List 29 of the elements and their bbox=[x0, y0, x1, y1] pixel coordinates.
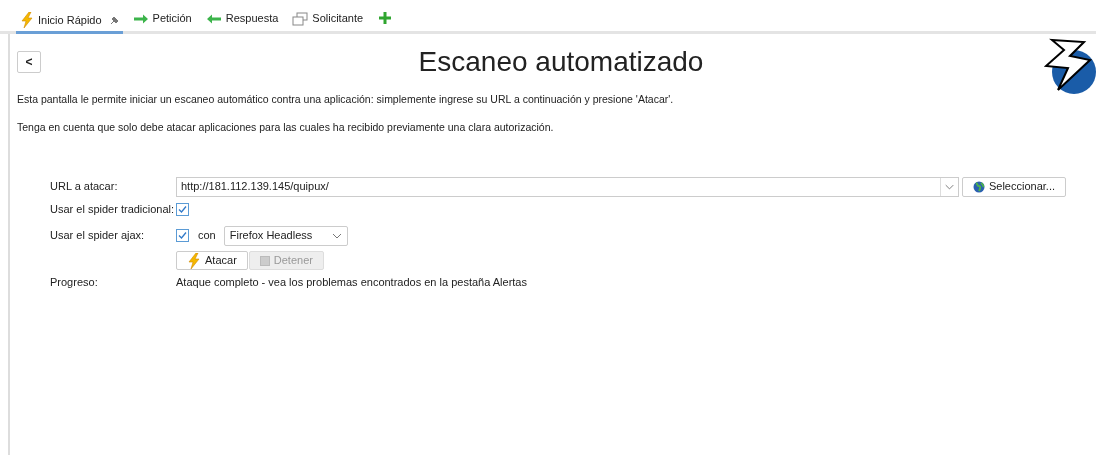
field-label: Usar el spider ajax: bbox=[50, 228, 146, 244]
field-label: Usar el spider tradicional: bbox=[50, 202, 176, 218]
description-text: Tenga en cuenta que solo debe atacar aplicaciones para las cuales ha recibido previamente una clara autorización. bbox=[17, 119, 555, 135]
pin-icon[interactable] bbox=[109, 15, 119, 25]
select-button[interactable]: Seleccionar... bbox=[962, 176, 1066, 197]
field-label: Progreso: bbox=[50, 275, 99, 291]
add-tab-icon[interactable] bbox=[379, 12, 392, 24]
browser-dropdown[interactable]: Firefox Headless bbox=[223, 225, 348, 246]
tab[interactable]: Respuesta bbox=[201, 6, 283, 31]
attack-button[interactable]: Atacar bbox=[176, 251, 248, 270]
checkbox[interactable] bbox=[176, 229, 189, 242]
page-title: Escaneo automatizado bbox=[417, 45, 705, 79]
back-button[interactable]: < bbox=[17, 51, 41, 73]
tab[interactable]: Petición bbox=[128, 6, 196, 31]
with-label: con bbox=[198, 228, 216, 244]
bolt-icon bbox=[187, 252, 201, 269]
tab[interactable]: Inicio Rápido bbox=[16, 9, 123, 34]
right-arrow-icon bbox=[132, 13, 149, 24]
windows-icon bbox=[292, 11, 309, 26]
tab[interactable]: Solicitante bbox=[288, 6, 368, 31]
globe-icon bbox=[972, 180, 985, 193]
progress-status: Ataque completo - vea los problemas encontrados en la pestaña Alertas bbox=[176, 275, 527, 291]
bolt-icon bbox=[20, 12, 34, 28]
url-field[interactable]: http://181.112.139.145/quipux/ bbox=[176, 176, 959, 197]
field-label: URL a atacar: bbox=[50, 179, 119, 195]
description-text: Esta pantalla le permite iniciar un escaneo automático contra una aplicación: simplemente ingrese su URL a continuación y presione 'Atacar'. bbox=[17, 92, 675, 107]
stop-icon bbox=[259, 255, 270, 266]
checkbox[interactable] bbox=[176, 203, 189, 216]
left-arrow-icon bbox=[205, 13, 222, 24]
